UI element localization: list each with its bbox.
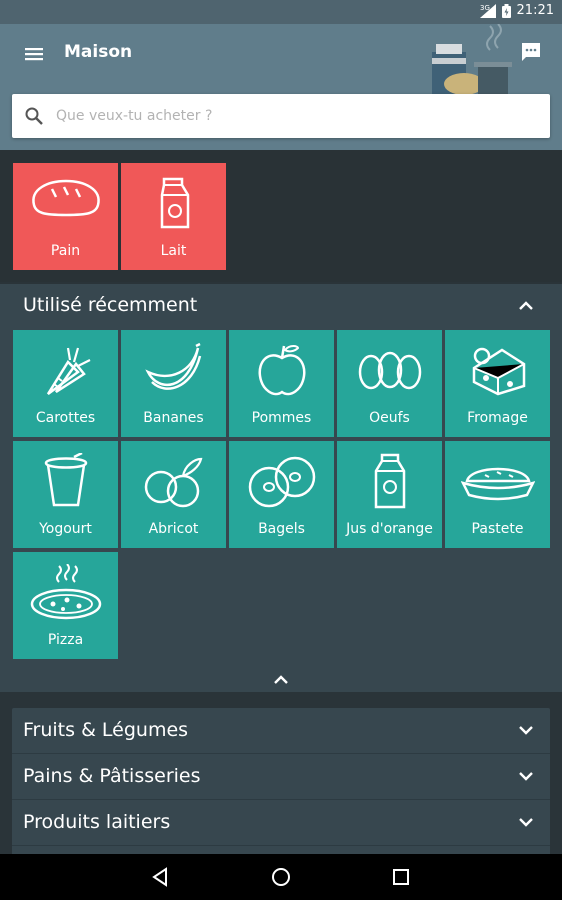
status-time: 21:21 <box>516 3 554 18</box>
recents-icon[interactable] <box>390 866 412 888</box>
item-tile-pommes[interactable]: Pommes <box>229 330 334 437</box>
menu-icon[interactable] <box>23 43 45 65</box>
eggs-icon <box>358 351 421 390</box>
back-icon[interactable] <box>150 866 172 888</box>
section-title: Utilisé récemment <box>23 294 198 316</box>
category-label: Produits laitiers <box>23 811 171 833</box>
item-label: Pizza <box>47 632 84 648</box>
item-label: Jus d'orange <box>346 521 433 537</box>
milk-carton-icon <box>160 177 189 229</box>
juice-carton-icon <box>374 453 405 509</box>
item-label: Pastete <box>471 521 524 537</box>
shopping-list-area: Pain Lait <box>0 150 562 282</box>
item-tile-carottes[interactable]: Carottes <box>13 330 118 437</box>
category-pains-patisseries[interactable]: Pains & Pâtisseries <box>12 754 550 800</box>
signal-icon: 3G <box>479 3 496 18</box>
chevron-down-icon <box>519 772 533 781</box>
item-tile-pizza[interactable]: Pizza <box>13 552 118 659</box>
item-label: Yogourt <box>39 521 92 537</box>
yogurt-icon <box>44 453 87 507</box>
system-navigation-bar <box>0 854 562 900</box>
pie-icon <box>460 467 535 501</box>
app-bar: Maison <box>0 24 562 150</box>
item-tile-lait[interactable]: Lait <box>121 163 226 270</box>
item-label: Pommes <box>251 410 312 426</box>
category-label: Pains & Pâtisseries <box>23 765 201 787</box>
battery-icon <box>501 3 511 18</box>
item-label: Bananes <box>143 410 204 426</box>
category-fruits-legumes[interactable]: Fruits & Légumes <box>12 708 550 754</box>
apricot-icon <box>144 457 202 508</box>
status-bar: 3G 21:21 <box>0 0 562 24</box>
item-label: Bagels <box>258 521 305 537</box>
item-label: Oeufs <box>369 410 410 426</box>
home-icon[interactable] <box>270 866 292 888</box>
item-tile-oeufs[interactable]: Oeufs <box>337 330 442 437</box>
item-tile-pastete[interactable]: Pastete <box>445 441 550 548</box>
carrot-icon <box>46 347 90 396</box>
item-tile-abricot[interactable]: Abricot <box>121 441 226 548</box>
item-tile-jus-dorange[interactable]: Jus d'orange <box>337 441 442 548</box>
item-tile-bagels[interactable]: Bagels <box>229 441 334 548</box>
chevron-up-icon[interactable] <box>518 300 534 310</box>
chevron-down-icon <box>519 726 533 735</box>
groceries-illustration-icon <box>432 24 512 94</box>
item-label: Abricot <box>148 521 199 537</box>
chat-icon[interactable] <box>520 41 542 63</box>
categories-list: Fruits & Légumes Pains & Pâtisseries Pro… <box>12 708 550 868</box>
pizza-icon <box>30 564 101 620</box>
recently-used-section: Utilisé récemment Carottes Bananes Pomme… <box>0 284 562 692</box>
category-label: Fruits & Légumes <box>23 719 189 741</box>
bread-icon <box>31 179 100 217</box>
search-input[interactable] <box>56 94 536 138</box>
collapse-chevron-up-icon[interactable] <box>273 674 289 684</box>
apple-icon <box>258 345 305 396</box>
chevron-down-icon <box>519 818 533 827</box>
search-bar[interactable] <box>12 94 550 138</box>
banana-icon <box>144 342 201 390</box>
page-title: Maison <box>64 42 133 62</box>
item-label: Fromage <box>467 410 528 426</box>
svg-text:3G: 3G <box>480 4 490 12</box>
item-tile-bananes[interactable]: Bananes <box>121 330 226 437</box>
item-label: Lait <box>160 243 187 259</box>
cheese-icon <box>472 347 525 396</box>
item-tile-pain[interactable]: Pain <box>13 163 118 270</box>
bagel-icon <box>248 456 315 508</box>
item-label: Carottes <box>35 410 96 426</box>
category-produits-laitiers[interactable]: Produits laitiers <box>12 800 550 846</box>
item-tile-fromage[interactable]: Fromage <box>445 330 550 437</box>
item-tile-yogourt[interactable]: Yogourt <box>13 441 118 548</box>
item-label: Pain <box>50 243 81 259</box>
search-icon <box>25 107 43 125</box>
